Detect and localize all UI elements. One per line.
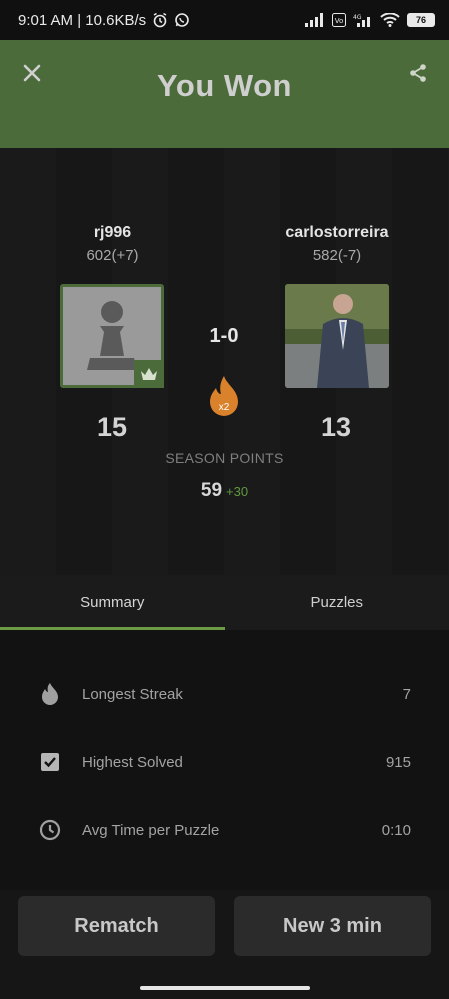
flame-icon [210,376,238,416]
player-right-score: 13 [320,412,352,442]
player-left-name: rj996 [93,224,132,241]
pawn-icon [87,301,137,370]
battery-indicator: 76 [407,13,435,27]
page-title: You Won [157,68,292,103]
checkbox-icon [38,750,62,774]
rematch-button[interactable]: Rematch [18,896,215,956]
alarm-icon [152,12,168,28]
tab-bar: Summary Puzzles [0,575,449,630]
svg-text:Vo: Vo [335,17,344,25]
player-right-name: carlostorreira [285,224,389,241]
match-result: 1-0 [209,325,239,347]
player-left-avatar[interactable] [60,284,164,388]
tab-puzzles[interactable]: Puzzles [225,575,449,630]
stat-value: 915 [385,753,411,771]
stat-label: Highest Solved [82,753,183,771]
winner-badge [134,360,164,388]
season-points-label: SEASON POINTS [165,450,284,466]
season-points: 59 +30 [0,480,449,502]
new-game-button[interactable]: New 3 min [234,896,431,956]
result-header: You Won [0,40,449,148]
stat-value: 7 [402,685,411,703]
status-time: 9:01 AM | 10.6KB/s [18,11,147,29]
player-left-rating: 602(+7) [86,247,139,264]
signal-icon [305,13,325,27]
streak-multiplier: x2 [218,402,230,413]
stat-value: 0:10 [381,821,411,839]
share-icon [410,64,426,82]
stat-row-highest-solved: Highest Solved 915 [0,742,449,782]
status-left: 9:01 AM | 10.6KB/s [18,12,190,29]
svg-text:4G: 4G [353,14,362,21]
volte-icon: Vo [332,13,346,27]
clock-icon [38,818,62,842]
player-photo [285,284,389,388]
player-right-avatar[interactable] [285,284,389,388]
share-button[interactable] [403,58,433,88]
network-4g-icon: 4G [353,13,373,27]
home-indicator[interactable] [140,986,310,990]
status-right: Vo 4G 76 [305,13,435,27]
tab-summary[interactable]: Summary [0,575,225,630]
status-bar: 9:01 AM | 10.6KB/s Vo 4G 76 [0,0,449,40]
season-points-gain: +30 [226,484,249,499]
player-right-rating: 582(-7) [312,247,362,264]
player-left-score: 15 [96,412,128,442]
flame-icon [38,682,62,706]
crown-icon [141,368,157,380]
stat-row-longest-streak: Longest Streak 7 [0,674,449,714]
whatsapp-icon [174,12,190,28]
stat-row-avg-time: Avg Time per Puzzle 0:10 [0,810,449,850]
season-points-value: 59 [200,480,223,501]
stat-label: Longest Streak [82,685,183,703]
wifi-icon [380,13,400,27]
stat-label: Avg Time per Puzzle [82,821,220,839]
